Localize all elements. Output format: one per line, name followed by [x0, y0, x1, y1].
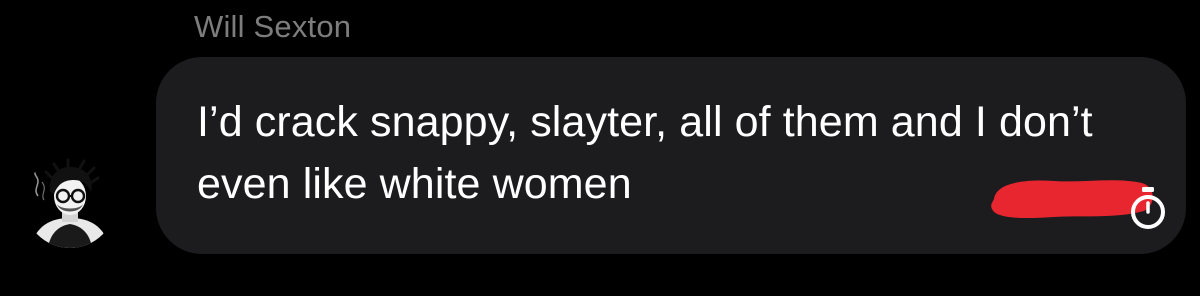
avatar-illustration	[24, 156, 116, 248]
sender-avatar[interactable]	[24, 156, 116, 248]
sender-name: Will Sexton	[194, 9, 352, 44]
message-bubble[interactable]: I’d crack snappy, slayter, all of them a…	[156, 57, 1186, 254]
disappearing-message-timer-icon	[1131, 187, 1165, 229]
chat-screen: Will Sexton I’d crack snappy, slayter, a…	[0, 0, 1200, 296]
